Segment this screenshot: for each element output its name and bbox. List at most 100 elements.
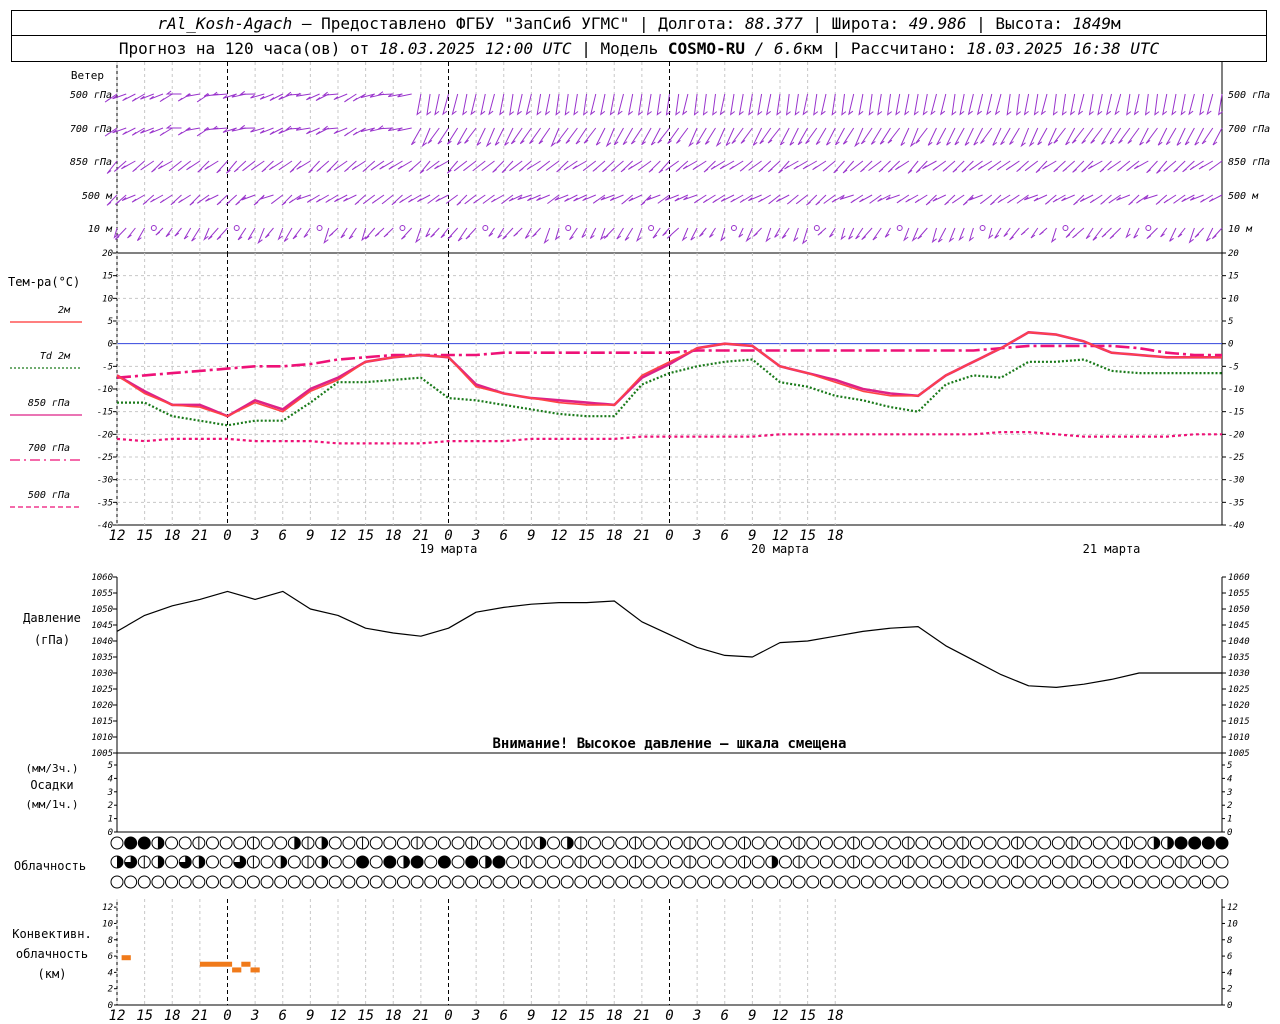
- wind-barb: [767, 127, 781, 144]
- wind-barb: [690, 227, 698, 241]
- cloud-symbol: [806, 875, 820, 889]
- wind-barb: [1199, 93, 1205, 116]
- wind-barb: [887, 127, 901, 144]
- wind-barb: [270, 194, 284, 205]
- wind-barb: [712, 93, 718, 116]
- wind-barb: [1184, 127, 1195, 146]
- wind-barb: [1028, 127, 1039, 148]
- cloud-symbol: [1215, 875, 1229, 889]
- temp-axis-label-left: 10: [102, 294, 113, 304]
- wind-barb: [710, 160, 726, 170]
- precip-label-right: 0: [1227, 828, 1232, 838]
- pressure-axis-label-left: 1050: [91, 605, 113, 615]
- wind-barb: [235, 194, 247, 206]
- wind-barb: [425, 227, 431, 238]
- wind-barb: [1101, 127, 1112, 145]
- cloud-symbol: [1038, 875, 1052, 889]
- cloud-symbol: [547, 836, 561, 850]
- wind-barb: [1030, 227, 1039, 239]
- cloud-symbol: [615, 875, 629, 889]
- cloud-symbol: [697, 875, 711, 889]
- wind-level-label-right: 10 м: [1228, 224, 1253, 235]
- wind-barb: [362, 160, 376, 172]
- cloud-symbol: [451, 875, 465, 889]
- wind-barb: [1205, 227, 1214, 242]
- wind-barb: [599, 227, 606, 241]
- wind-barb: [292, 227, 302, 240]
- wind-barb: [121, 160, 136, 170]
- wind-barb: [177, 127, 191, 136]
- wind-barb: [525, 93, 532, 116]
- wind-barb: [239, 90, 256, 95]
- wind-barb: [211, 125, 228, 130]
- wind-barb: [858, 93, 864, 116]
- temp-axis-label-right: 5: [1228, 317, 1233, 327]
- temp-time-label: 6: [721, 528, 729, 544]
- temp-axis-label-right: -20: [1228, 430, 1244, 440]
- temp-time-label: 3: [250, 528, 259, 544]
- temp-axis-label-right: -5: [1228, 362, 1239, 372]
- wind-barb: [931, 227, 937, 244]
- wind-barb: [842, 160, 855, 174]
- temp-axis-label-left: -30: [97, 476, 113, 486]
- conv-time-label: 3: [250, 1008, 259, 1024]
- wind-barb: [112, 127, 127, 134]
- wind-barb: [968, 227, 974, 242]
- cloud-symbol: [1010, 875, 1024, 889]
- wind-barb: [658, 160, 670, 174]
- wind-barb: [765, 93, 772, 116]
- wind-barb: [795, 194, 808, 205]
- wind-barb: [839, 194, 854, 200]
- pressure-axis-label-right: 1025: [1228, 685, 1250, 695]
- conv-time-label: 0: [223, 1008, 231, 1024]
- wind-barb: [628, 194, 643, 202]
- wind-barb: [1039, 227, 1048, 236]
- temp-axis-label-left: 5: [108, 317, 113, 327]
- wind-barb: [1023, 93, 1030, 116]
- cloud-symbol: [1079, 875, 1093, 889]
- temp-time-label: 12: [330, 528, 347, 544]
- pressure-title: Давление: [23, 611, 81, 625]
- wind-barb: [216, 227, 228, 240]
- cloud-symbol: [1092, 875, 1106, 889]
- conv-label-right: 4: [1227, 968, 1232, 978]
- wind-barb: [813, 93, 819, 116]
- cloud-symbol: [287, 875, 301, 889]
- wind-barb: [1109, 227, 1122, 239]
- wind-barb: [1109, 127, 1122, 145]
- wind-barb: [870, 127, 882, 145]
- temp-axis-label-left: 20: [102, 249, 113, 259]
- conv-time-label: 3: [692, 1008, 701, 1024]
- wind-barb: [257, 227, 265, 245]
- cloud-symbol: [342, 855, 356, 869]
- cloud-symbol: [615, 836, 629, 850]
- wind-barb: [1106, 93, 1112, 116]
- cloud-symbol: [601, 836, 615, 850]
- wind-barb: [509, 93, 515, 116]
- calm-wind-circle: [1062, 225, 1069, 231]
- cloud-symbol-fill: [321, 837, 328, 850]
- wind-barb: [786, 194, 799, 205]
- wind-barb: [1088, 93, 1094, 116]
- pressure-axis-label-left: 1010: [91, 733, 113, 743]
- cloud-symbol: [356, 875, 370, 889]
- wind-barb: [753, 227, 762, 237]
- wind-barb: [427, 194, 440, 204]
- precip-label-right: 1: [1227, 815, 1232, 825]
- cloud-symbol: [956, 875, 970, 889]
- cloud-symbol: [833, 855, 847, 869]
- wind-barb: [196, 93, 210, 103]
- cloud-symbol: [874, 855, 888, 869]
- wind-barb: [699, 227, 707, 237]
- cloud-symbol: [915, 875, 929, 889]
- wind-barb: [185, 127, 200, 131]
- wind-barb: [1072, 160, 1085, 173]
- wind-barb: [860, 127, 873, 145]
- wind-barb: [913, 93, 919, 116]
- wind-barb: [216, 160, 228, 174]
- wind-barb: [1020, 127, 1030, 148]
- wind-barb: [1088, 160, 1103, 170]
- cloud-symbol: [233, 836, 247, 850]
- cloud-symbol: [1147, 875, 1161, 889]
- temp-axis-label-left: -10: [97, 385, 113, 395]
